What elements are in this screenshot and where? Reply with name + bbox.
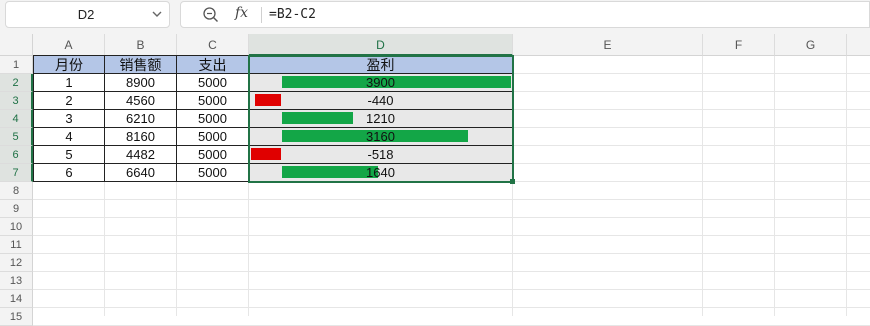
chevron-down-icon[interactable]: [151, 7, 163, 25]
name-box[interactable]: D2: [5, 1, 170, 28]
formula-separator: [261, 7, 262, 23]
cell-profit[interactable]: -518: [248, 145, 513, 164]
cell-profit[interactable]: 1640: [248, 163, 513, 182]
cell-sales[interactable]: 6640: [104, 163, 177, 182]
cell-month[interactable]: 1: [33, 73, 105, 92]
cell-month[interactable]: 6: [33, 163, 105, 182]
row-header-13[interactable]: 13: [0, 272, 33, 290]
profit-value: 3900: [366, 75, 395, 90]
cell-month[interactable]: 4: [33, 127, 105, 146]
column-header-g[interactable]: G: [775, 34, 847, 56]
profit-value: -440: [367, 93, 394, 108]
row-header-11[interactable]: 11: [0, 236, 33, 254]
cell-sales[interactable]: 4482: [104, 145, 177, 164]
cell-sales[interactable]: 8160: [104, 127, 177, 146]
header-cell-profit[interactable]: 盈利: [248, 55, 513, 74]
formula-input[interactable]: fx =B2-C2: [180, 1, 870, 28]
profit-value: 1640: [366, 165, 395, 180]
column-header-h[interactable]: [847, 34, 870, 56]
formula-bar-area: D2 fx =B2-C2: [0, 0, 870, 34]
row-header-4[interactable]: 4: [0, 110, 33, 128]
row-header-14[interactable]: 14: [0, 290, 33, 308]
header-cell-sales[interactable]: 销售额: [104, 55, 177, 74]
grid-line: [33, 289, 870, 290]
header-cell-month[interactable]: 月份: [33, 55, 105, 74]
column-header-c[interactable]: C: [177, 34, 249, 56]
name-box-value: D2: [77, 7, 95, 22]
column-header-b[interactable]: B: [105, 34, 177, 56]
cell-month[interactable]: 2: [33, 91, 105, 110]
fx-icon[interactable]: fx: [235, 5, 248, 21]
profit-value: 1210: [366, 111, 395, 126]
row-header-15[interactable]: 15: [0, 308, 33, 326]
cell-month[interactable]: 3: [33, 109, 105, 128]
row-header-1[interactable]: 1: [0, 56, 33, 74]
select-all-corner[interactable]: [0, 34, 33, 56]
row-header-6[interactable]: 6: [0, 146, 33, 164]
row-header-9[interactable]: 9: [0, 200, 33, 218]
grid-line: [33, 217, 870, 218]
cell-profit[interactable]: 1210: [248, 109, 513, 128]
column-header-d[interactable]: D: [249, 34, 513, 56]
profit-value: -518: [367, 147, 394, 162]
grid-line: [33, 199, 870, 200]
column-header-e[interactable]: E: [513, 34, 703, 56]
grid-line: [33, 235, 870, 236]
row-header-2[interactable]: 2: [0, 74, 33, 92]
cell-expense[interactable]: 5000: [176, 163, 249, 182]
grid-line: [774, 56, 775, 316]
cell-expense[interactable]: 5000: [176, 73, 249, 92]
cell-expense[interactable]: 5000: [176, 91, 249, 110]
cell-profit[interactable]: 3900: [248, 73, 513, 92]
header-cell-expense[interactable]: 支出: [176, 55, 249, 74]
cell-expense[interactable]: 5000: [176, 127, 249, 146]
fill-handle[interactable]: [510, 179, 515, 184]
cell-profit[interactable]: -440: [248, 91, 513, 110]
column-header-a[interactable]: A: [33, 34, 105, 56]
cell-sales[interactable]: 4560: [104, 91, 177, 110]
cell-sales[interactable]: 6210: [104, 109, 177, 128]
formula-text[interactable]: =B2-C2: [269, 7, 316, 22]
grid-line: [846, 56, 847, 316]
cell-expense[interactable]: 5000: [176, 109, 249, 128]
row-header-5[interactable]: 5: [0, 128, 33, 146]
grid-line: [33, 271, 870, 272]
cell-month[interactable]: 5: [33, 145, 105, 164]
cell-sales[interactable]: 8900: [104, 73, 177, 92]
row-header-7[interactable]: 7: [0, 164, 33, 182]
row-header-10[interactable]: 10: [0, 218, 33, 236]
row-header-8[interactable]: 8: [0, 182, 33, 200]
zoom-icon[interactable]: [202, 6, 220, 29]
grid-line: [33, 307, 870, 308]
profit-value: 3160: [366, 129, 395, 144]
cell-expense[interactable]: 5000: [176, 145, 249, 164]
row-header-12[interactable]: 12: [0, 254, 33, 272]
row-header-3[interactable]: 3: [0, 92, 33, 110]
grid-line: [33, 253, 870, 254]
grid-line: [702, 56, 703, 316]
column-header-f[interactable]: F: [703, 34, 775, 56]
cell-profit[interactable]: 3160: [248, 127, 513, 146]
